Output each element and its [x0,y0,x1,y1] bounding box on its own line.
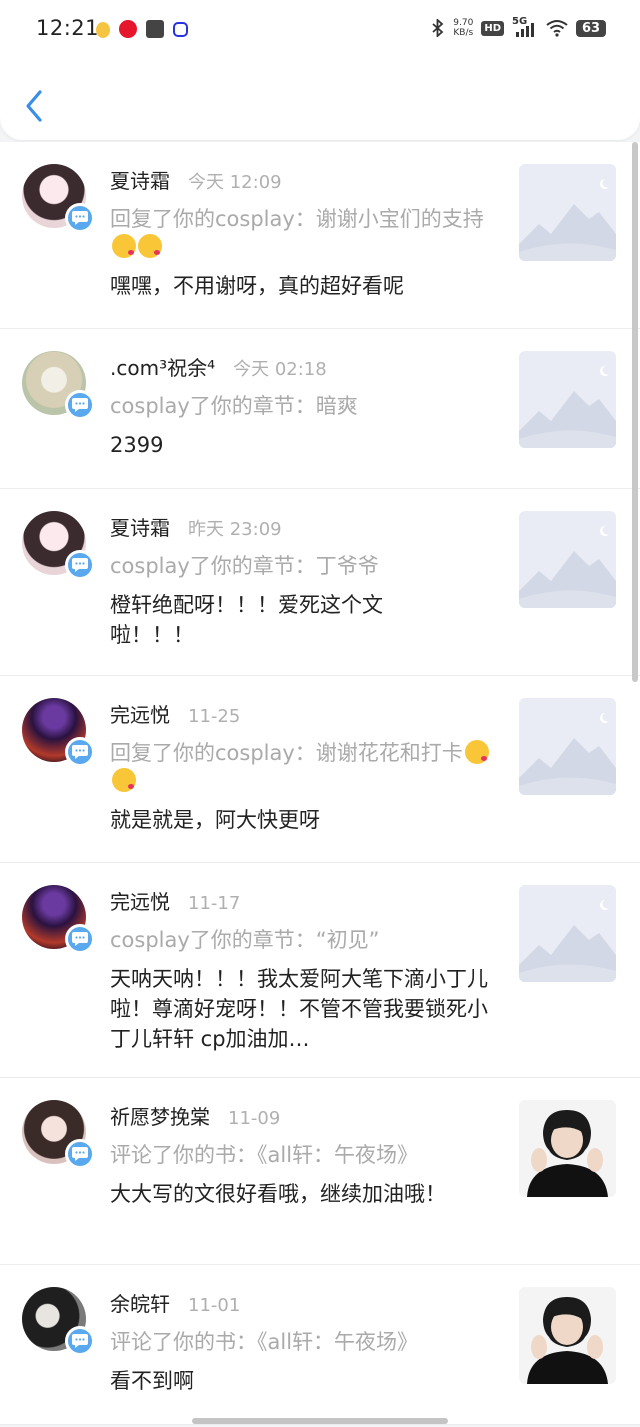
kiss-emoji-icon [112,234,136,258]
user-name[interactable]: 余皖轩 [110,1292,170,1316]
user-name[interactable]: 祈愿梦挽棠 [110,1105,210,1129]
timestamp: 今天 02:18 [233,359,327,380]
weibo-icon [119,20,137,38]
content-thumbnail[interactable] [519,885,616,982]
book-cover-thumbnail[interactable] [519,1287,616,1384]
action-text: cosplay了你的章节：暗爽 [110,394,358,418]
notification-item[interactable]: 夏诗霜 昨天 23:09 cosplay了你的章节：丁爷爷 橙轩绝配呀！！！爱死这… [0,489,640,676]
comment-bubble-icon [72,1334,88,1348]
qq-icon [96,22,110,38]
comment-text: 就是就是，阿大快更呀 [110,808,320,832]
comment-text: 嘿嘿，不用谢呀，真的超好看呢 [110,274,404,298]
action-text: cosplay了你的章节：丁爷爷 [110,554,379,578]
user-name[interactable]: 完远悦 [110,890,170,914]
status-bar: 12:21 9.70 KB/s HD 5G 63 [0,0,640,60]
chevron-left-icon [26,90,42,122]
mail-icon [146,20,164,38]
action-label: 回复了你的cosplay：谢谢花花和打卡 [110,741,463,765]
book-cover-image [519,1287,616,1384]
comment-bubble-icon [72,932,88,946]
timestamp: 11-17 [188,893,241,914]
action-text: 回复了你的cosplay：谢谢花花和打卡 [110,739,490,795]
image-placeholder-icon [519,351,616,448]
notification-list: 夏诗霜 今天 12:09 回复了你的cosplay：谢谢小宝们的支持 嘿嘿，不用谢… [0,142,640,1425]
status-time: 12:21 [36,16,100,40]
notification-item[interactable]: 余皖轩 11-01 评论了你的书：《all轩：午夜场》 看不到啊 [0,1265,640,1425]
avatar[interactable] [22,885,95,954]
book-cover-thumbnail[interactable] [519,1100,616,1197]
kiss-emoji-icon [112,768,136,792]
kiss-emoji-icon [464,740,489,764]
user-name[interactable]: .com³祝余⁴ [110,356,215,380]
avatar[interactable] [22,164,95,233]
comment-bubble-icon [72,398,88,412]
comment-text: 大大写的文很好看哦，继续加油哦！ [110,1182,446,1206]
net-speed-unit: KB/s [453,28,474,38]
comment-text: 橙轩绝配呀！！！爱死这个文啦！！！ [110,593,383,647]
avatar[interactable] [22,1100,95,1169]
system-status: 9.70 KB/s HD 5G 63 [431,16,606,38]
comment-badge [65,1326,95,1356]
net-speed: 9.70 KB/s [453,18,473,38]
scrollbar[interactable] [632,142,638,682]
comment-badge [65,203,95,233]
image-placeholder-icon [519,164,616,261]
action-text: 回复了你的cosplay：谢谢小宝们的支持 [110,205,490,261]
baidu-icon [173,22,188,37]
notification-icons [96,20,188,38]
top-bar: 12:21 9.70 KB/s HD 5G 63 [0,0,640,140]
timestamp: 今天 12:09 [188,172,282,193]
net-speed-value: 9.70 [453,18,474,28]
user-name[interactable]: 夏诗霜 [110,169,170,193]
signal-icon: 5G [512,16,538,38]
action-text: 评论了你的书：《all轩：午夜场》 [110,1143,419,1167]
action-label: 回复了你的cosplay：谢谢小宝们的支持 [110,207,484,231]
battery-icon: 63 [576,19,606,37]
avatar[interactable] [22,511,95,580]
avatar[interactable] [22,1287,95,1356]
avatar[interactable] [22,351,95,420]
content-thumbnail[interactable] [519,698,616,795]
comment-bubble-icon [72,211,88,225]
comment-badge [65,390,95,420]
book-cover-image [519,1100,616,1197]
timestamp: 11-01 [188,1295,241,1316]
comment-bubble-icon [72,1147,88,1161]
image-placeholder-icon [519,885,616,982]
notification-item[interactable]: .com³祝余⁴ 今天 02:18 cosplay了你的章节：暗爽 2399 [0,329,640,489]
notification-item[interactable]: 完远悦 11-25 回复了你的cosplay：谢谢花花和打卡 就是就是，阿大快更呀 [0,676,640,863]
hd-badge: HD [481,20,504,36]
comment-badge [65,924,95,954]
bluetooth-icon [432,19,444,37]
wifi-icon [546,20,568,37]
image-placeholder-icon [519,511,616,608]
notification-item[interactable]: 完远悦 11-17 cosplay了你的章节：“初见” 天呐天呐！！！我太爱阿大笔… [0,863,640,1078]
comment-bubble-icon [72,745,88,759]
content-thumbnail[interactable] [519,164,616,261]
action-text: 评论了你的书：《all轩：午夜场》 [110,1330,419,1354]
content-thumbnail[interactable] [519,351,616,448]
comment-text: 看不到啊 [110,1369,194,1393]
timestamp: 11-25 [188,706,241,727]
image-placeholder-icon [519,698,616,795]
notification-item[interactable]: 夏诗霜 今天 12:09 回复了你的cosplay：谢谢小宝们的支持 嘿嘿，不用谢… [0,142,640,329]
avatar[interactable] [22,698,95,767]
kiss-emoji-icon [138,234,162,258]
comment-bubble-icon [72,558,88,572]
comment-badge [65,1139,95,1169]
comment-text: 天呐天呐！！！我太爱阿大笔下滴小丁儿啦！尊滴好宠呀！！不管不管我要锁死小丁儿轩轩… [110,967,488,1051]
comment-badge [65,737,95,767]
comment-text: 2399 [110,433,164,457]
timestamp: 昨天 23:09 [188,519,282,540]
comment-badge [65,550,95,580]
user-name[interactable]: 夏诗霜 [110,516,170,540]
home-indicator[interactable] [192,1418,448,1424]
back-button[interactable] [18,84,52,128]
user-name[interactable]: 完远悦 [110,703,170,727]
action-text: cosplay了你的章节：“初见” [110,928,380,952]
timestamp: 11-09 [228,1108,281,1129]
notification-item[interactable]: 祈愿梦挽棠 11-09 评论了你的书：《all轩：午夜场》 大大写的文很好看哦，继… [0,1078,640,1265]
content-thumbnail[interactable] [519,511,616,608]
